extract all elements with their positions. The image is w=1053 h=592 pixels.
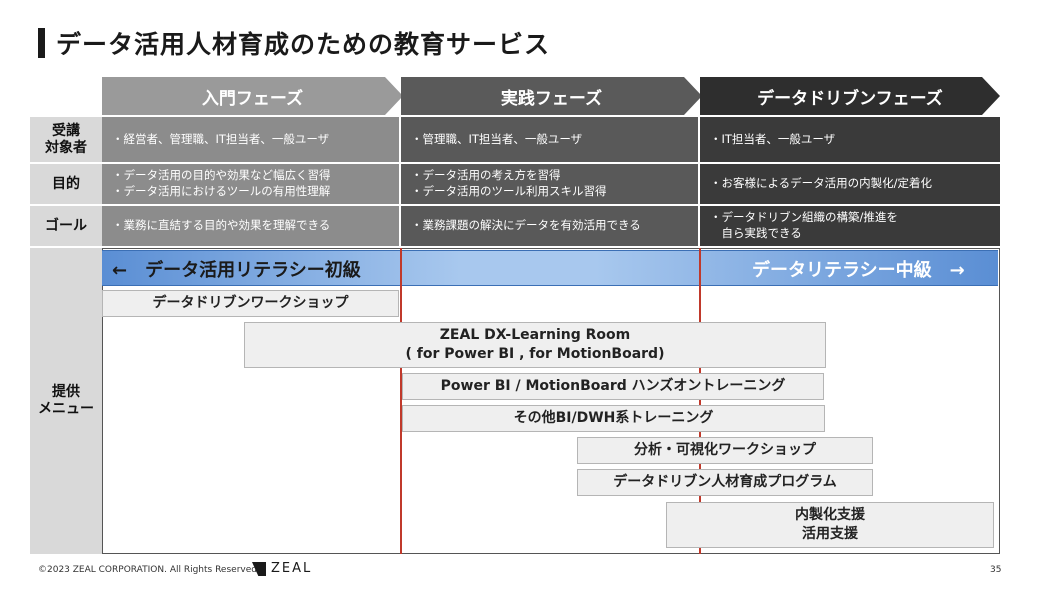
copyright-text: ©2023 ZEAL CORPORATION. All Rights Reser… xyxy=(38,565,260,575)
phase-divider-line xyxy=(400,248,402,554)
cell-line: ・お客様によるデータ活用の内製化/定着化 xyxy=(710,176,933,191)
cell-line: ・データドリブン組織の構築/推進を xyxy=(710,210,898,225)
phase-practice: 実践フェーズ xyxy=(401,77,702,115)
page-number: 35 xyxy=(990,565,1002,575)
menu-item-label: その他BI/DWH系トレーニング xyxy=(513,410,714,427)
menu-item-label: ( for Power BI , for MotionBoard) xyxy=(405,346,665,362)
menu-item-analysis-workshop: 分析・可視化ワークショップ xyxy=(577,437,873,464)
row-label-purpose: 目的 xyxy=(30,164,102,206)
cell-line: ・管理職、IT担当者、一般ユーザ xyxy=(411,131,583,146)
row-label-menu: 提供 メニュー xyxy=(30,248,102,554)
cell-line: ・IT担当者、一般ユーザ xyxy=(710,131,836,146)
menu-item-other-bi-training: その他BI/DWH系トレーニング xyxy=(402,405,825,432)
cell-line: ・データ活用の目的や効果など幅広く習得 xyxy=(112,168,331,183)
cell-audience-data-driven: ・IT担当者、一般ユーザ xyxy=(700,117,1000,164)
cell-purpose-data-driven: ・お客様によるデータ活用の内製化/定着化 xyxy=(700,164,1000,206)
menu-item-internal-support: 内製化支援 活用支援 xyxy=(666,502,994,548)
cell-goal-intro: ・業務に直結する目的や効果を理解できる xyxy=(102,206,401,248)
cell-line: ・経営者、管理職、IT担当者、一般ユーザ xyxy=(112,131,330,146)
cell-line: ・データ活用の考え方を習得 xyxy=(411,168,561,183)
row-label-text: 提供 メニュー xyxy=(38,384,94,417)
cell-line: ・データ活用のツール利用スキル習得 xyxy=(411,184,607,198)
cell-audience-intro: ・経営者、管理職、IT担当者、一般ユーザ xyxy=(102,117,401,164)
menu-item-dx-learning-room: ZEAL DX-Learning Room ( for Power BI , f… xyxy=(244,322,826,368)
cell-goal-data-driven: ・データドリブン組織の構築/推進を 自ら実践できる xyxy=(700,206,1000,248)
cell-line: ・業務課題の解決にデータを有効活用できる xyxy=(411,218,641,233)
title-accent-bar xyxy=(38,28,45,58)
cell-line: ・業務に直結する目的や効果を理解できる xyxy=(112,218,331,233)
row-label-audience: 受講 対象者 xyxy=(30,117,102,164)
phase-data-driven: データドリブンフェーズ xyxy=(700,77,1000,115)
row-label-goal: ゴール xyxy=(30,206,102,248)
row-label-text: 目的 xyxy=(52,175,80,192)
cell-line: 自ら実践できる xyxy=(710,226,802,240)
menu-item-label: Power BI / MotionBoard ハンズオントレーニング xyxy=(440,378,786,395)
row-label-text: ゴール xyxy=(45,217,87,234)
cell-purpose-intro: ・データ活用の目的や効果など幅広く習得 ・データ活用におけるツールの有用性理解 xyxy=(102,164,401,206)
cell-purpose-practice: ・データ活用の考え方を習得 ・データ活用のツール利用スキル習得 xyxy=(401,164,700,206)
menu-item-label: 分析・可視化ワークショップ xyxy=(634,442,816,459)
menu-item-data-driven-workshop: データドリブンワークショップ xyxy=(102,290,399,317)
phase-intro: 入門フェーズ xyxy=(102,77,403,115)
zeal-logo-text: ZEAL xyxy=(271,561,313,576)
page-title: データ活用人材育成のための教育サービス xyxy=(56,30,551,59)
menu-item-label: データドリブンワークショップ xyxy=(152,295,349,312)
menu-item-talent-program: データドリブン人材育成プログラム xyxy=(577,469,873,496)
cell-line: ・データ活用におけるツールの有用性理解 xyxy=(112,184,331,198)
menu-item-label: ZEAL DX-Learning Room xyxy=(439,327,631,344)
menu-item-handson-training: Power BI / MotionBoard ハンズオントレーニング xyxy=(402,373,824,400)
literacy-intermediate-label: データリテラシー中級 → xyxy=(752,260,965,281)
cell-audience-practice: ・管理職、IT担当者、一般ユーザ xyxy=(401,117,700,164)
menu-item-label: データドリブン人材育成プログラム xyxy=(613,474,837,491)
cell-goal-practice: ・業務課題の解決にデータを有効活用できる xyxy=(401,206,700,248)
row-label-text: 受講 対象者 xyxy=(45,122,87,156)
literacy-beginner-label: ← データ活用リテラシー初級 xyxy=(112,260,361,281)
menu-item-label: 内製化支援 xyxy=(795,507,865,524)
menu-item-label: 活用支援 xyxy=(802,526,858,542)
